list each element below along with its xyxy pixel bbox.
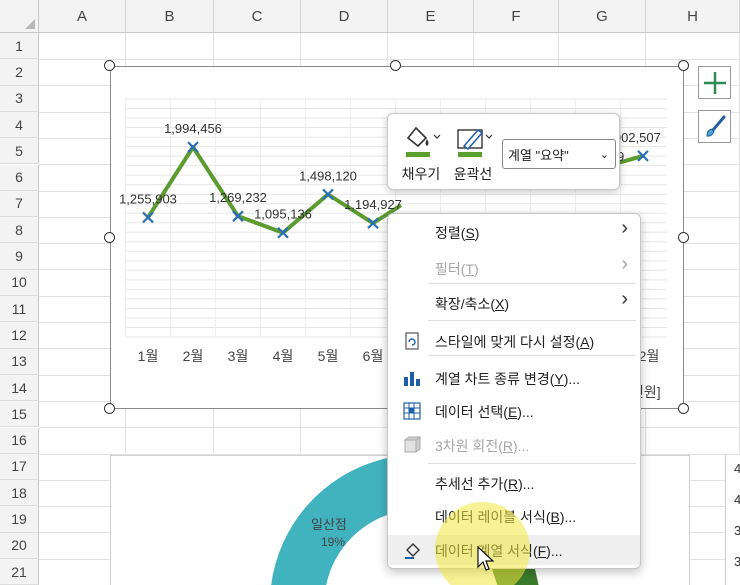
chevron-right-icon: › [621, 253, 628, 275]
data-label[interactable]: 1,194,927 [344, 197, 402, 212]
menu-item-2[interactable]: 필터(T) › [388, 253, 640, 283]
menu-item-5[interactable]: 계열 차트 종류 변경(Y)... [388, 363, 640, 393]
menu-item-label: 스타일에 맞게 다시 설정(A) [435, 334, 595, 350]
outline-color-swatch [458, 152, 482, 157]
resize-handle-right[interactable] [678, 232, 689, 243]
row-header-12[interactable]: 12 [0, 322, 39, 349]
menu-separator [428, 320, 636, 321]
column-header-f[interactable]: F [474, 0, 559, 33]
column-header-h[interactable]: H [646, 0, 740, 33]
menu-item-3[interactable]: 확장/축소(X) › [388, 288, 640, 318]
row-header-19[interactable]: 19 [0, 506, 39, 533]
row-header-7[interactable]: 7 [0, 190, 39, 218]
column-header-g[interactable]: G [559, 0, 646, 33]
select-all-corner[interactable] [0, 0, 39, 33]
fill-color-swatch [406, 152, 430, 157]
data-label[interactable]: 1,498,120 [299, 168, 357, 183]
menu-item-6[interactable]: 데이터 선택(E)... [388, 396, 640, 426]
menu-item-1[interactable]: 정렬(S) › [388, 217, 640, 247]
row-header-15[interactable]: 15 [0, 401, 39, 428]
donut-label-name: 일산점 [311, 517, 347, 532]
x-axis-tick-label: 4월 [273, 348, 294, 364]
rotate-3d-icon [402, 435, 422, 455]
chart-elements-button[interactable] [698, 66, 731, 99]
row-header-13[interactable]: 13 [0, 348, 39, 375]
row-header-8[interactable]: 8 [0, 217, 39, 244]
format-series-icon [402, 540, 422, 560]
resize-handle-top[interactable] [390, 60, 401, 71]
outline-button[interactable]: 윤곽선 [448, 120, 498, 184]
row-header-2[interactable]: 2 [0, 59, 39, 86]
chevron-down-icon: ⌄ [599, 149, 609, 161]
menu-item-label: 3차원 회전(R)... [435, 438, 530, 454]
gridline [39, 59, 740, 60]
chart-styles-button[interactable] [698, 110, 731, 143]
row-header-10[interactable]: 10 [0, 269, 39, 296]
brush-icon [705, 115, 725, 137]
menu-item-4[interactable]: 스타일에 맞게 다시 설정(A) [388, 326, 640, 356]
series-dropdown[interactable]: 계열 "요약" ⌄ [502, 139, 616, 169]
row-header-1[interactable]: 1 [0, 33, 39, 60]
column-header-a[interactable]: A [39, 0, 126, 33]
column-header-c[interactable]: C [214, 0, 301, 33]
menu-item-label: 데이터 선택(E)... [435, 404, 534, 420]
menu-separator [428, 463, 636, 464]
data-label[interactable]: 1,269,232 [209, 190, 267, 205]
chevron-right-icon: › [621, 288, 628, 310]
column-header-e[interactable]: E [388, 0, 474, 33]
row-header-14[interactable]: 14 [0, 374, 39, 402]
reset-style-icon [402, 331, 422, 351]
x-axis-tick-label: 3월 [228, 348, 249, 364]
menu-item-label: 계열 차트 종류 변경(Y)... [435, 371, 581, 387]
pen-icon [457, 128, 493, 157]
row-header-17[interactable]: 17 [0, 453, 39, 481]
row-header-4[interactable]: 4 [0, 111, 39, 139]
select-data-icon [402, 401, 422, 421]
column-header-d[interactable]: D [301, 0, 388, 33]
paint-bucket-icon [406, 126, 441, 157]
resize-handle-left[interactable] [104, 232, 115, 243]
resize-handle-bottom-left[interactable] [104, 403, 115, 414]
menu-separator [428, 283, 636, 284]
change-chart-type-icon [402, 368, 422, 388]
x-axis-tick-label: 5월 [318, 348, 339, 364]
fill-button[interactable]: 채우기 [396, 120, 446, 184]
adjacent-column-values: 4 4 3 3 [725, 455, 740, 585]
mouse-pointer-icon [477, 545, 494, 571]
format-mini-toolbar: 채우기 윤곽선 계열 "요약" ⌄ [387, 113, 620, 190]
resize-handle-top-left[interactable] [104, 60, 115, 71]
data-label[interactable]: 1,255,903 [119, 191, 177, 206]
menu-item-7[interactable]: 3차원 회전(R)... [388, 430, 640, 460]
row-header-5[interactable]: 5 [0, 138, 39, 165]
column-header-b[interactable]: B [126, 0, 214, 33]
x-axis-tick-label: 2월 [183, 348, 204, 364]
row-header-16[interactable]: 16 [0, 427, 39, 454]
menu-item-8[interactable]: 추세선 추가(R)... [388, 468, 640, 498]
plus-icon [703, 71, 726, 94]
row-header-6[interactable]: 6 [0, 164, 39, 191]
data-label[interactable]: 1,095,136 [254, 207, 312, 222]
chevron-right-icon: › [621, 217, 628, 239]
menu-item-label: 추세선 추가(R)... [435, 476, 535, 492]
menu-item-label: 정렬(S) [435, 225, 480, 241]
row-header-21[interactable]: 21 [0, 559, 39, 585]
resize-handle-bottom-right[interactable] [678, 403, 689, 414]
row-header-18[interactable]: 18 [0, 480, 39, 507]
row-header-9[interactable]: 9 [0, 243, 39, 270]
menu-item-label: 필터(T) [435, 261, 479, 277]
data-label[interactable]: 1,994,456 [164, 121, 222, 136]
row-header-20[interactable]: 20 [0, 532, 39, 559]
resize-handle-top-right[interactable] [678, 60, 689, 71]
x-axis-tick-label: 6월 [363, 348, 384, 364]
row-header-3[interactable]: 3 [0, 85, 39, 112]
x-axis-tick-label: 2월 [639, 348, 660, 364]
x-axis-tick-label: 1월 [138, 348, 159, 364]
donut-label-pct: 19% [321, 535, 346, 549]
menu-item-label: 확장/축소(X) [435, 296, 510, 312]
row-header-11[interactable]: 11 [0, 296, 39, 323]
